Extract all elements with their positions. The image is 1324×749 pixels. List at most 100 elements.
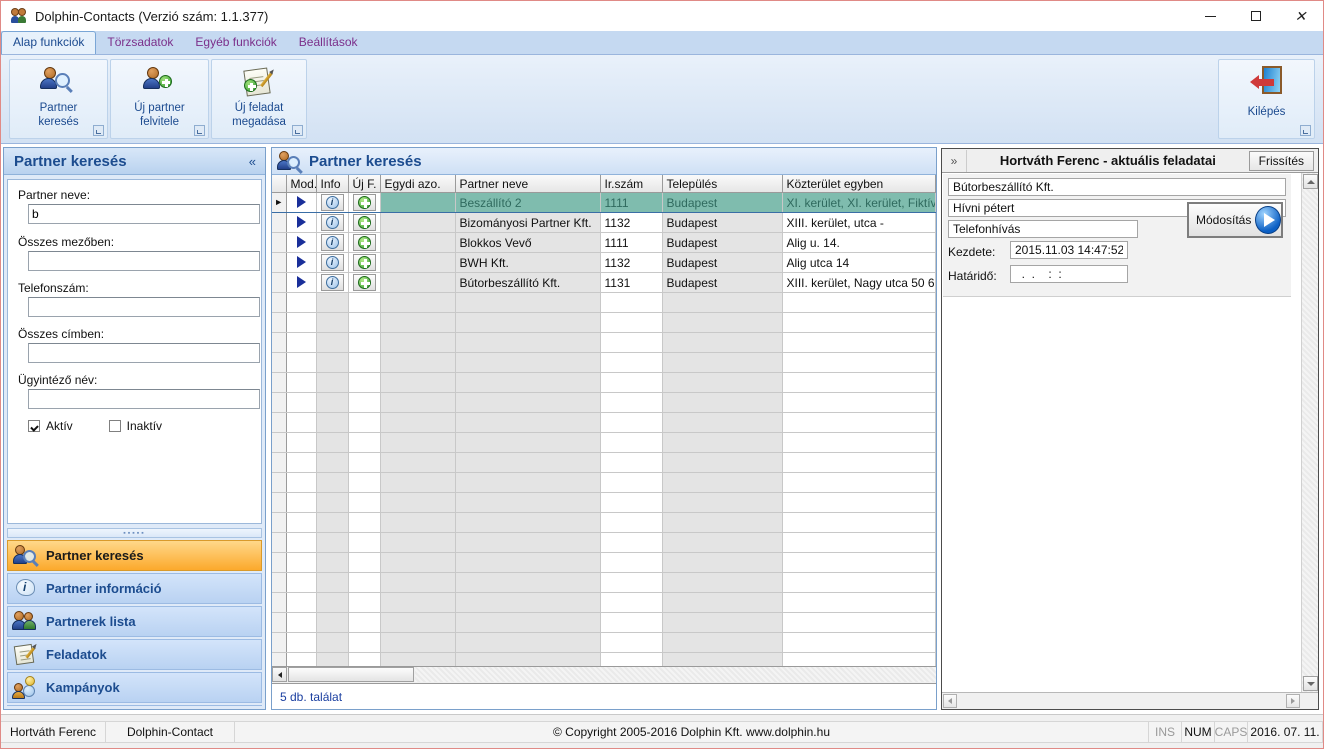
- task-panel-horizontal-scrollbar[interactable]: [942, 692, 1318, 709]
- open-row-button[interactable]: [290, 193, 312, 211]
- cell-telepules[interactable]: Budapest: [662, 232, 783, 253]
- cell-telepules[interactable]: [662, 412, 783, 433]
- cell-partner-neve[interactable]: [455, 352, 601, 373]
- cell-info[interactable]: [316, 652, 349, 666]
- cell-telepules[interactable]: [662, 372, 783, 393]
- table-row-empty[interactable]: [272, 492, 936, 513]
- cell-egydi-azo[interactable]: [380, 652, 456, 666]
- tab-egyeb-funkciok[interactable]: Egyéb funkciók: [184, 31, 287, 54]
- table-row-empty[interactable]: [272, 432, 936, 453]
- row-new-task-button[interactable]: [352, 253, 376, 271]
- row-new-task-button[interactable]: [352, 213, 376, 231]
- table-row-empty[interactable]: [272, 332, 936, 353]
- grid-cell-uj-feladat[interactable]: [348, 272, 381, 293]
- cell-telepules[interactable]: [662, 652, 783, 666]
- cell-mod[interactable]: [286, 372, 317, 393]
- grid-cell-uj-feladat[interactable]: [348, 232, 381, 253]
- cell-egydi-azo[interactable]: [380, 612, 456, 633]
- cell-telepules[interactable]: [662, 432, 783, 453]
- column-header-irszam[interactable]: Ir.szám: [600, 175, 663, 193]
- cell-egydi-azo[interactable]: [380, 572, 456, 593]
- cell-irszam[interactable]: 1132: [600, 212, 663, 233]
- cell-irszam[interactable]: [600, 452, 663, 473]
- cell-egydi-azo[interactable]: [380, 232, 456, 253]
- cell-egydi-azo[interactable]: [380, 292, 456, 313]
- cell-egydi-azo[interactable]: [380, 452, 456, 473]
- all-address-input[interactable]: [28, 343, 260, 363]
- table-row-empty[interactable]: [272, 452, 936, 473]
- task-deadline-field[interactable]: [1010, 265, 1128, 283]
- cell-partner-neve[interactable]: [455, 392, 601, 413]
- cell-irszam[interactable]: [600, 412, 663, 433]
- cell-uj-feladat[interactable]: [348, 492, 381, 513]
- grid-cell-uj-feladat[interactable]: [348, 212, 381, 233]
- table-row[interactable]: i Bizományosi Partner Kft. 1132 Budapest XII…: [272, 212, 936, 233]
- column-header-uj-f[interactable]: Új F.: [348, 175, 381, 193]
- cell-irszam[interactable]: [600, 552, 663, 573]
- cell-telepules[interactable]: [662, 552, 783, 573]
- cell-info[interactable]: [316, 632, 349, 653]
- cell-egydi-azo[interactable]: [380, 472, 456, 493]
- scroll-up-button[interactable]: [1303, 174, 1318, 189]
- cell-uj-feladat[interactable]: [348, 452, 381, 473]
- row-info-button[interactable]: i: [320, 214, 344, 231]
- cell-info[interactable]: [316, 292, 349, 313]
- tab-alap-funkciok[interactable]: Alap funkciók: [1, 31, 97, 54]
- collapse-left-panel-icon[interactable]: «: [249, 154, 265, 169]
- cell-kozterulet[interactable]: [782, 512, 936, 533]
- cell-partner-neve[interactable]: [455, 512, 601, 533]
- cell-telepules[interactable]: [662, 512, 783, 533]
- cell-partner-neve[interactable]: [455, 632, 601, 653]
- cell-mod[interactable]: [286, 412, 317, 433]
- active-checkbox[interactable]: Aktív: [28, 419, 73, 433]
- cell-telepules[interactable]: Budapest: [662, 212, 783, 233]
- cell-partner-neve[interactable]: [455, 472, 601, 493]
- cell-uj-feladat[interactable]: [348, 372, 381, 393]
- cell-partner-neve[interactable]: [455, 312, 601, 333]
- cell-kozterulet[interactable]: XIII. kerület, Nagy utca 50 6 éj: [782, 272, 936, 293]
- cell-egydi-azo[interactable]: [380, 312, 456, 333]
- cell-uj-feladat[interactable]: [348, 592, 381, 613]
- cell-irszam[interactable]: [600, 312, 663, 333]
- cell-partner-neve[interactable]: [455, 572, 601, 593]
- open-row-button[interactable]: [290, 213, 312, 231]
- task-type-field[interactable]: [948, 220, 1138, 238]
- grid-cell-mod[interactable]: [286, 232, 317, 253]
- cell-irszam[interactable]: [600, 292, 663, 313]
- dialog-launcher-icon[interactable]: [194, 125, 205, 136]
- cell-mod[interactable]: [286, 292, 317, 313]
- cell-irszam[interactable]: [600, 472, 663, 493]
- cell-telepules[interactable]: [662, 572, 783, 593]
- cell-info[interactable]: [316, 432, 349, 453]
- cell-partner-neve[interactable]: Blokkos Vevő: [455, 232, 601, 253]
- cell-irszam[interactable]: [600, 392, 663, 413]
- cell-info[interactable]: [316, 552, 349, 573]
- row-new-task-button[interactable]: [352, 273, 376, 291]
- cell-kozterulet[interactable]: [782, 612, 936, 633]
- cell-mod[interactable]: [286, 392, 317, 413]
- cell-uj-feladat[interactable]: [348, 292, 381, 313]
- cell-mod[interactable]: [286, 572, 317, 593]
- cell-uj-feladat[interactable]: [348, 532, 381, 553]
- cell-partner-neve[interactable]: BWH Kft.: [455, 252, 601, 273]
- cell-kozterulet[interactable]: XI. kerület, XI. kerület, Fiktív u: [782, 192, 936, 213]
- cell-partner-neve[interactable]: [455, 612, 601, 633]
- scroll-track[interactable]: [415, 667, 936, 682]
- cell-uj-feladat[interactable]: [348, 352, 381, 373]
- cell-kozterulet[interactable]: [782, 532, 936, 553]
- dialog-launcher-icon[interactable]: [93, 125, 104, 136]
- table-row[interactable]: ► i Beszállító 2 1111 Budapest XI. kerület, X…: [272, 192, 936, 213]
- table-row-empty[interactable]: [272, 612, 936, 633]
- cell-kozterulet[interactable]: [782, 412, 936, 433]
- cell-egydi-azo[interactable]: [380, 552, 456, 573]
- column-header-kozterulet[interactable]: Közterület egyben: [782, 175, 936, 193]
- row-info-button[interactable]: i: [320, 274, 344, 291]
- cell-uj-feladat[interactable]: [348, 552, 381, 573]
- cell-kozterulet[interactable]: [782, 492, 936, 513]
- cell-partner-neve[interactable]: Bizományosi Partner Kft.: [455, 212, 601, 233]
- column-header-egydi-azo[interactable]: Egydi azo.: [380, 175, 456, 193]
- grid-cell-mod[interactable]: [286, 252, 317, 273]
- cell-egydi-azo[interactable]: [380, 412, 456, 433]
- cell-telepules[interactable]: [662, 292, 783, 313]
- open-row-button[interactable]: [290, 273, 312, 291]
